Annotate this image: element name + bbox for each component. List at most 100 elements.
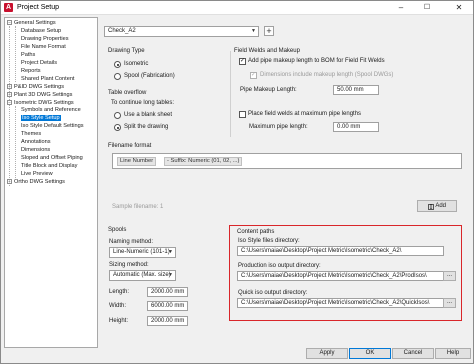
- tree-item[interactable]: Iso Style Setup: [21, 115, 61, 122]
- dims-include-checkbox: ✓: [250, 72, 257, 79]
- tree-item[interactable]: Paths: [21, 52, 35, 58]
- spool-height-input[interactable]: 2000.00 mm: [147, 316, 188, 326]
- spool-length-input[interactable]: 2000.00 mm: [147, 287, 188, 297]
- add-token-label: Add: [435, 203, 447, 209]
- spool-width-input[interactable]: 6000.00 mm: [147, 301, 188, 311]
- tree-item-label: P&ID DWG Settings: [14, 83, 65, 90]
- tree-item-label: Reports: [21, 67, 41, 74]
- tree-item-label: Themes: [21, 131, 42, 138]
- tree-item-label: Ortho DWG Settings: [14, 179, 65, 185]
- table-overflow-prompt: To continue long tables:: [111, 100, 175, 106]
- tree-item[interactable]: Project Details: [21, 60, 57, 66]
- sizing-method-value: Automatic (Max. size): [113, 272, 171, 278]
- token-line-number[interactable]: Line Number: [117, 157, 157, 166]
- add-token-button[interactable]: [] Add: [417, 200, 457, 212]
- close-button[interactable]: ✕: [447, 1, 471, 15]
- tree-item[interactable]: Reports: [21, 68, 41, 74]
- chevron-down-icon: ▼: [251, 28, 256, 34]
- tree-item-label: Title Block and Display: [21, 163, 78, 170]
- tree-item[interactable]: Live Preview: [21, 171, 53, 177]
- tree-item-label: File Name Format: [21, 43, 66, 50]
- apply-button[interactable]: Apply: [306, 348, 348, 359]
- spool-length-label: Length:: [109, 289, 130, 295]
- tree-item[interactable]: + Plant 3D DWG Settings: [7, 91, 72, 98]
- max-pipe-length-input[interactable]: 0.00 mm: [333, 122, 379, 132]
- add-makeup-label: Add pipe makeup length to BOM for Field …: [248, 58, 385, 64]
- collapse-icon[interactable]: −: [7, 20, 12, 25]
- production-iso-dir-input[interactable]: C:\Users\maiae\Desktop\Project Metric\Is…: [237, 271, 444, 281]
- tree-item-label: Project Details: [21, 59, 58, 66]
- tree-item[interactable]: Symbols and Reference: [21, 107, 81, 113]
- add-makeup-checkbox[interactable]: ✓: [239, 58, 246, 65]
- tree-item-label: Isometric DWG Settings: [14, 99, 74, 106]
- tree-item[interactable]: Shared Plant Content: [21, 76, 75, 82]
- tree-item[interactable]: Database Setup: [21, 28, 61, 34]
- tree-item[interactable]: Iso Style Default Settings: [21, 123, 84, 129]
- window-title: Project Setup: [17, 4, 60, 11]
- blank-sheet-radio[interactable]: [114, 112, 121, 119]
- expand-icon[interactable]: +: [7, 83, 12, 89]
- filename-token-box[interactable]: Line Number - Suffix: Numeric (01, 02, .…: [112, 153, 462, 169]
- token-suffix[interactable]: - Suffix: Numeric (01, 02, ...): [164, 157, 243, 166]
- field-welds-title: Field Welds and Makeup: [234, 48, 300, 54]
- tree-item[interactable]: Drawing Properties: [21, 36, 69, 42]
- place-welds-label: Place field welds at maximum pipe length…: [248, 111, 362, 117]
- split-drawing-label: Split the drawing: [124, 124, 169, 130]
- tree-item-label: Iso Style Setup: [21, 115, 61, 122]
- naming-method-value: Line-Numeric (101-1): [113, 249, 170, 255]
- tree-item[interactable]: Title Block and Display: [21, 163, 77, 169]
- split-drawing-radio[interactable]: [114, 124, 121, 131]
- max-pipe-length-label: Maximum pipe length:: [249, 124, 308, 130]
- quick-iso-dir-input[interactable]: C:\Users\maiae\Desktop\Project Metric\Is…: [237, 298, 444, 308]
- naming-method-label: Naming method:: [109, 239, 154, 245]
- tree-item-label: Database Setup: [21, 27, 62, 34]
- iso-style-dir-input[interactable]: C:\Users\maiae\Desktop\Project Metric\Is…: [237, 246, 444, 256]
- naming-method-select[interactable]: Line-Numeric (101-1) ▼: [109, 247, 176, 258]
- blank-sheet-label: Use a blank sheet: [124, 112, 173, 118]
- title-bar: A Project Setup – ☐ ✕: [1, 1, 473, 15]
- add-style-button[interactable]: +: [264, 26, 274, 36]
- tree-item-label: Shared Plant Content: [21, 75, 75, 82]
- pipe-makeup-length-label: Pipe Makeup Length:: [240, 87, 297, 93]
- tree-item[interactable]: + P&ID DWG Settings: [7, 83, 65, 90]
- isometric-radio[interactable]: [114, 61, 121, 68]
- tree-item[interactable]: Dimensions: [21, 147, 50, 153]
- tree-item-label: Annotations: [21, 139, 51, 146]
- tree-item-label: Dimensions: [21, 147, 51, 154]
- production-iso-dir-label: Production iso output directory:: [238, 263, 321, 269]
- ok-button[interactable]: OK: [349, 348, 391, 359]
- isometric-label: Isometric: [124, 61, 149, 67]
- tree-item[interactable]: − Isometric DWG Settings: [7, 99, 74, 106]
- spool-radio[interactable]: [114, 73, 121, 80]
- tree-item[interactable]: − General Settings: [7, 20, 56, 26]
- browse-production-button[interactable]: ...: [443, 271, 456, 281]
- tree-item[interactable]: File Name Format: [21, 44, 66, 50]
- browse-quick-button[interactable]: ...: [443, 298, 456, 308]
- add-token-icon: []: [427, 204, 434, 210]
- spool-width-label: Width:: [109, 303, 127, 309]
- tree-item[interactable]: Sloped and Offset Piping: [21, 155, 83, 161]
- tree-item[interactable]: Themes: [21, 131, 41, 137]
- sample-filename: Sample filename: 1: [112, 204, 164, 210]
- maximize-button[interactable]: ☐: [415, 1, 439, 15]
- place-welds-checkbox[interactable]: [239, 111, 246, 118]
- quick-iso-dir-label: Quick iso output directory:: [238, 290, 308, 296]
- expand-icon[interactable]: +: [7, 91, 12, 97]
- autocad-a-icon: A: [4, 3, 13, 12]
- tree-item[interactable]: + Ortho DWG Settings: [7, 179, 65, 185]
- sizing-method-select[interactable]: Automatic (Max. size) ▼: [109, 270, 176, 281]
- collapse-icon[interactable]: −: [7, 99, 12, 105]
- tree-item-label: Iso Style Default Settings: [21, 123, 84, 130]
- tree-item-label: Symbols and Reference: [21, 107, 81, 114]
- help-button[interactable]: Help: [435, 348, 471, 359]
- expand-icon[interactable]: +: [7, 179, 12, 184]
- pipe-makeup-length-input[interactable]: 50.00 mm: [333, 85, 379, 95]
- minimize-button[interactable]: –: [389, 1, 413, 15]
- cancel-button[interactable]: Cancel: [392, 348, 434, 359]
- iso-style-select[interactable]: Check_A2 ▼: [104, 26, 259, 37]
- drawing-type-title: Drawing Type: [108, 48, 145, 54]
- tree-item-label: General Settings: [14, 20, 56, 26]
- tree-item[interactable]: Annotations: [21, 139, 51, 145]
- chevron-down-icon: ▼: [168, 272, 173, 278]
- iso-style-value: Check_A2: [108, 28, 136, 34]
